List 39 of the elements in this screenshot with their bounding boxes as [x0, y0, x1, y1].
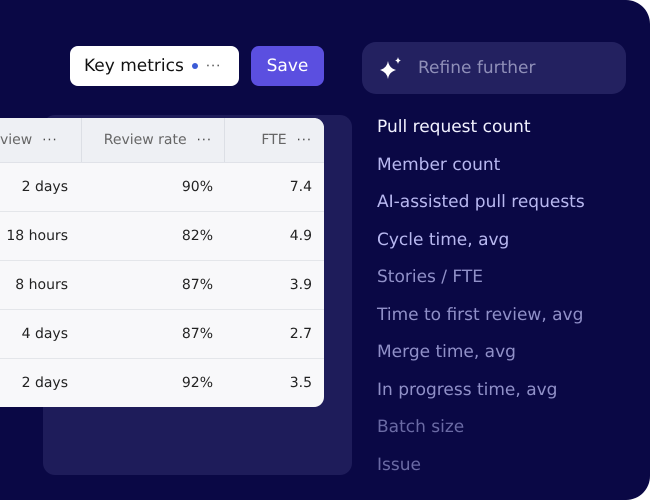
metric-option[interactable]: AI-assisted pull requests — [377, 188, 585, 226]
column-label: view — [0, 132, 32, 148]
table-cell-text: 2.7 — [288, 326, 313, 342]
refine-field[interactable]: Refine further — [362, 42, 626, 94]
save-button[interactable]: Save — [251, 46, 324, 86]
column-header[interactable]: view ··· — [0, 118, 82, 162]
metric-option[interactable]: Merge time, avg — [377, 338, 585, 376]
column-header[interactable]: FTE ··· — [225, 118, 324, 162]
table-cell-text: 2 days — [20, 375, 69, 391]
table-cell-text: 8 hours — [14, 277, 69, 293]
table-cell-text: 90% — [180, 179, 214, 195]
metric-option[interactable]: Issue — [377, 450, 585, 488]
metric-option[interactable]: Member count — [377, 150, 585, 188]
table-cell-text: 87% — [180, 277, 214, 293]
table-cell-text: 3.9 — [288, 277, 313, 293]
metric-option[interactable]: Pull request count — [377, 113, 585, 150]
table-cell-text: 4.9 — [288, 228, 313, 244]
column-menu-button[interactable]: ··· — [196, 132, 212, 148]
table-cell-text: 82% — [180, 228, 214, 244]
column-label: Review rate — [104, 132, 187, 148]
view-name: Key metrics — [84, 56, 184, 76]
table-cell-text: 7.4 — [288, 179, 313, 195]
column-menu-button[interactable]: ··· — [296, 132, 312, 148]
column-header[interactable]: Review rate ··· — [82, 118, 225, 162]
table-cell-text: 87% — [180, 326, 214, 342]
table-cell-text: 4 days — [20, 326, 69, 342]
metric-option[interactable]: Batch size — [377, 413, 585, 450]
metric-option[interactable]: In progress time, avg — [377, 376, 585, 413]
table-cell-text: 2 days — [20, 179, 69, 195]
column-menu-button[interactable]: ··· — [42, 132, 58, 148]
table-cell-text: 3.5 — [288, 375, 313, 391]
table-cell-text: 92% — [180, 375, 214, 391]
metric-option[interactable]: Stories / FTE — [377, 263, 585, 300]
more-button[interactable]: ··· — [206, 58, 222, 74]
column-label: FTE — [261, 132, 287, 148]
metric-option[interactable]: Time to first review, avg — [377, 300, 585, 338]
table-cell-text: 18 hours — [5, 228, 69, 244]
metric-option[interactable]: Cycle time, avg — [377, 226, 585, 263]
view-selector[interactable]: Key metrics ··· — [70, 46, 239, 86]
